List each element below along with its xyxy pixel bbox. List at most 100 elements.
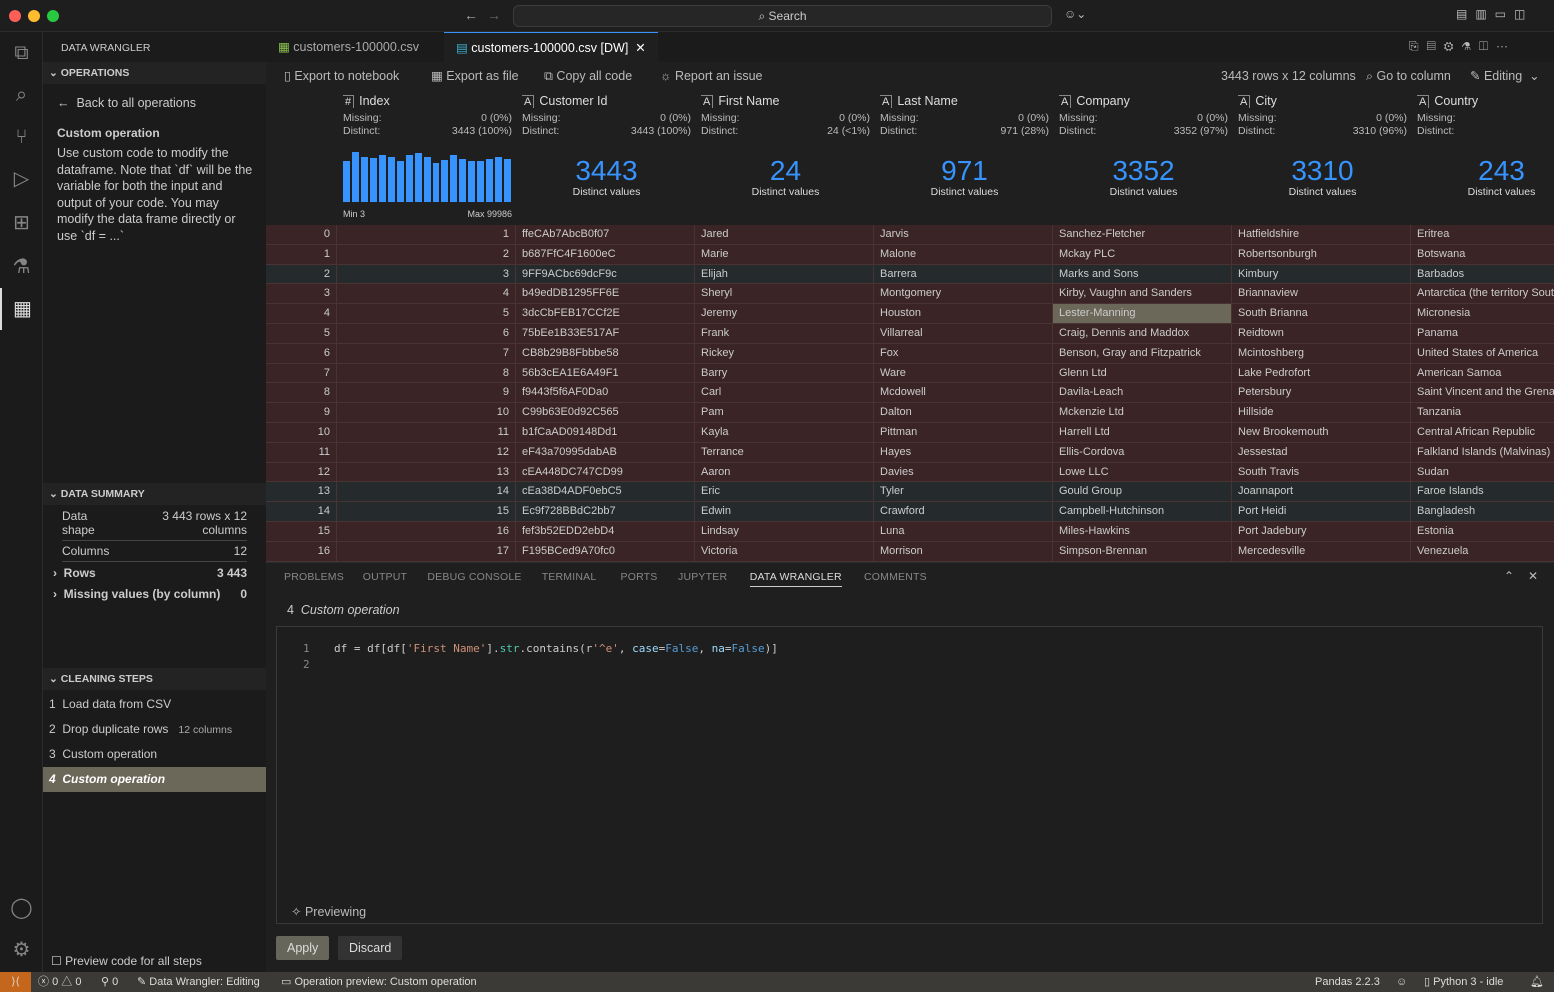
row-index[interactable]: 0: [266, 225, 337, 244]
table-cell[interactable]: Reidtown: [1232, 324, 1411, 343]
row-index[interactable]: 3: [266, 284, 337, 304]
table-cell[interactable]: Saint Vincent and the Grenadines: [1411, 383, 1554, 402]
table-cell[interactable]: Mercedesville: [1232, 541, 1411, 561]
row-index[interactable]: 13: [266, 482, 337, 502]
row-index[interactable]: 8: [266, 383, 337, 403]
table-row[interactable]: 10 11 b1fCaAD09148Dd1 Kayla Pittman Harrell L…: [266, 423, 1554, 443]
code-line[interactable]: df = df[df['First Name'].str.contains(r'…: [334, 641, 778, 657]
table-cell[interactable]: Sudan: [1411, 463, 1554, 482]
files-icon[interactable]: ⧉: [0, 32, 43, 74]
table-cell[interactable]: South Travis: [1232, 462, 1411, 482]
go-to-column-button[interactable]: ⌕ Go to column: [1366, 62, 1451, 90]
row-index[interactable]: 4: [266, 304, 337, 324]
table-cell[interactable]: 14: [337, 482, 516, 502]
table-cell[interactable]: Botswana: [1411, 245, 1554, 264]
histogram-bar[interactable]: [441, 159, 449, 202]
table-row[interactable]: 5 6 75bEe1B33E517AF Frank Villarreal Craig, D…: [266, 324, 1554, 344]
table-cell[interactable]: Antarctica (the territory South of 60 de…: [1411, 284, 1554, 303]
table-cell[interactable]: Tanzania: [1411, 403, 1554, 422]
table-row[interactable]: 4 5 3dcCbFEB17CCf2E Jeremy Houston Lester-Man…: [266, 304, 1554, 324]
table-cell[interactable]: 10: [337, 403, 516, 423]
code-editor[interactable]: 12 df = df[df['First Name'].str.contains…: [276, 626, 1543, 924]
table-cell[interactable]: Sanchez-Fletcher: [1053, 225, 1232, 244]
table-cell[interactable]: Barbados: [1411, 265, 1554, 284]
table-cell[interactable]: Montgomery: [874, 284, 1053, 304]
column-header[interactable]: A First Name Missing: 0 (0%) Distinct: 24 (<1…: [695, 90, 874, 225]
cleaning-step[interactable]: 2 Drop duplicate rows 12 columns: [43, 717, 266, 742]
table-cell[interactable]: Benson, Gray and Fitzpatrick: [1053, 343, 1232, 363]
histogram-bar[interactable]: [343, 161, 350, 202]
column-header[interactable]: A Customer Id Missing: 0 (0%) Distinct: 3443 …: [516, 90, 695, 225]
histogram-bar[interactable]: [396, 161, 404, 202]
table-cell[interactable]: Glenn Ltd: [1053, 363, 1232, 383]
table-cell[interactable]: Jeremy: [695, 304, 874, 324]
table-row[interactable]: 2 3 9FF9ACbc69dcF9c Elijah Barrera Marks and …: [266, 264, 1554, 285]
cleaning-steps-header[interactable]: ⌄ CLEANING STEPS: [43, 668, 266, 690]
forward-arrow-icon[interactable]: →: [487, 7, 501, 23]
table-row[interactable]: 14 15 Ec9f728BBdC2bb7 Edwin Crawford Campbell…: [266, 502, 1554, 522]
gear-icon[interactable]: ⚙: [0, 929, 43, 971]
table-cell[interactable]: Barrera: [874, 264, 1053, 284]
histogram-bar[interactable]: [387, 156, 395, 202]
histogram-bar[interactable]: [495, 156, 503, 202]
table-cell[interactable]: American Samoa: [1411, 364, 1554, 383]
table-cell[interactable]: Estonia: [1411, 522, 1554, 541]
ports-status[interactable]: ⚲ 0: [101, 972, 118, 992]
table-row[interactable]: 16 17 F195BCed9A70fc0 Victoria Morrison Simps…: [266, 541, 1554, 562]
table-cell[interactable]: 75bEe1B33E517AF: [516, 324, 695, 343]
panel-tab-jupyter[interactable]: JUPYTER: [678, 571, 727, 583]
row-index[interactable]: 9: [266, 403, 337, 423]
cleaning-step[interactable]: 3 Custom operation: [43, 742, 266, 767]
table-cell[interactable]: 9: [337, 383, 516, 403]
column-header[interactable]: A City Missing: 0 (0%) Distinct: 3310 (96%) 33…: [1232, 90, 1411, 225]
table-cell[interactable]: 15: [337, 502, 516, 522]
kernel-status[interactable]: ▯ Python 3 - idle: [1424, 972, 1503, 992]
table-cell[interactable]: Bangladesh: [1411, 502, 1554, 521]
maximize-window-button[interactable]: [47, 10, 59, 22]
table-cell[interactable]: Houston: [874, 304, 1053, 324]
command-search-input[interactable]: ⌕ Search: [513, 5, 1052, 27]
rows-expander[interactable]: › Rows 3 443: [53, 566, 247, 580]
table-cell[interactable]: 13: [337, 462, 516, 482]
copilot-icon[interactable]: ☺⌄: [1064, 7, 1086, 21]
table-row[interactable]: 9 10 C99b63E0d92C565 Pam Dalton Mckenzie Ltd H…: [266, 403, 1554, 423]
copy-code-button[interactable]: ⧉ Copy all code: [544, 62, 632, 90]
table-cell[interactable]: Micronesia: [1411, 304, 1554, 323]
table-row[interactable]: 6 7 CB8b29B8Fbbbe58 Rickey Fox Benson, Gray a…: [266, 343, 1554, 364]
row-index[interactable]: 11: [266, 442, 337, 462]
row-index[interactable]: 6: [266, 343, 337, 363]
table-cell[interactable]: Ec9f728BBdC2bb7: [516, 502, 695, 522]
preview-all-steps-checkbox[interactable]: ☐ Preview code for all steps: [51, 954, 202, 968]
table-cell[interactable]: Pam: [695, 403, 874, 423]
account-icon[interactable]: ◯: [0, 887, 43, 929]
table-cell[interactable]: Pittman: [874, 423, 1053, 442]
report-issue-button[interactable]: ☼ Report an issue: [660, 62, 763, 90]
data-wrangler-icon[interactable]: ▦: [0, 288, 43, 330]
table-cell[interactable]: cEa38D4ADF0ebC5: [516, 482, 695, 502]
missing-values-expander[interactable]: › Missing values (by column) 0: [53, 587, 247, 601]
row-index[interactable]: 12: [266, 462, 337, 482]
table-cell[interactable]: South Brianna: [1232, 304, 1411, 324]
cleaning-step[interactable]: 4 Custom operation: [43, 767, 266, 792]
apply-button[interactable]: Apply: [276, 936, 330, 960]
source-control-icon[interactable]: ⑂: [0, 116, 43, 158]
notifications-icon[interactable]: 🔔︎: [1530, 972, 1544, 992]
histogram-bar[interactable]: [369, 157, 377, 202]
table-cell[interactable]: Marie: [695, 244, 874, 264]
histogram-bar[interactable]: [360, 156, 368, 202]
operations-section-header[interactable]: ⌄ OPERATIONS: [43, 62, 266, 84]
table-cell[interactable]: Aaron: [695, 462, 874, 482]
table-cell[interactable]: Jarvis: [874, 225, 1053, 244]
table-cell[interactable]: Sheryl: [695, 284, 874, 304]
table-cell[interactable]: Campbell-Hutchinson: [1053, 502, 1232, 522]
table-cell[interactable]: b1fCaAD09148Dd1: [516, 423, 695, 442]
panel-tab-data-wrangler[interactable]: DATA WRANGLER: [749, 571, 842, 587]
table-cell[interactable]: Eric: [695, 482, 874, 502]
table-cell[interactable]: Edwin: [695, 502, 874, 522]
table-cell[interactable]: b687FfC4F1600eC: [516, 244, 695, 264]
row-index[interactable]: 1: [266, 244, 337, 264]
table-cell[interactable]: Elijah: [695, 264, 874, 284]
table-cell[interactable]: Panama: [1411, 324, 1554, 343]
export-file-button[interactable]: ▦ Export as file: [431, 62, 519, 90]
table-cell[interactable]: Kirby, Vaughn and Sanders: [1053, 284, 1232, 304]
